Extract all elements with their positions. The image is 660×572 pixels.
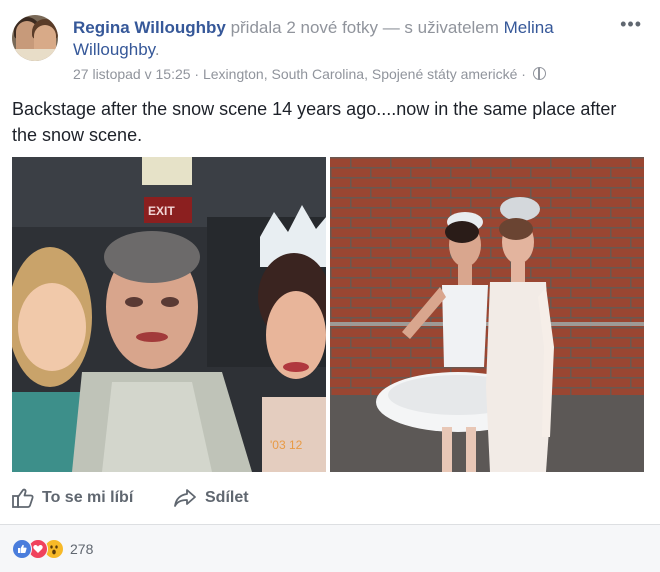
share-button-label: Sdílet: [205, 489, 249, 506]
post-caption: Backstage after the snow scene 14 years …: [12, 99, 617, 145]
tagged-suffix: .: [154, 40, 160, 59]
photo-new[interactable]: [330, 157, 644, 472]
reactions-bar: 278: [0, 525, 660, 572]
photo-date-stamp: '03 12: [270, 438, 303, 452]
svg-text:EXIT: EXIT: [148, 204, 175, 218]
post-actions: To se mi líbí Sdílet: [0, 480, 660, 520]
reactions-summary[interactable]: 278: [12, 539, 93, 559]
globe-icon[interactable]: [532, 67, 546, 80]
location-link[interactable]: Lexington, South Carolina, Spojené státy…: [203, 66, 517, 82]
meta-separator: ·: [517, 66, 530, 82]
action-text: přidala 2 nové fotky — s uživatelem: [225, 18, 504, 37]
like-button[interactable]: To se mi líbí: [12, 488, 133, 508]
share-arrow-icon: [174, 489, 196, 507]
like-icon: [12, 539, 32, 559]
photo-old[interactable]: EXIT '03 12: [12, 157, 326, 472]
like-button-label: To se mi líbí: [42, 489, 134, 506]
reactions-count[interactable]: 278: [70, 541, 93, 557]
photo-new-image: [330, 157, 644, 472]
post-card: Regina Willoughby přidala 2 nové fotky —…: [0, 0, 660, 572]
share-button[interactable]: Sdílet: [173, 488, 249, 508]
thumbs-up-icon: [12, 488, 34, 508]
photo-old-image: EXIT '03 12: [12, 157, 326, 472]
more-options-button[interactable]: •••: [620, 14, 642, 35]
author-avatar[interactable]: [12, 15, 58, 61]
author-name-link[interactable]: Regina Willoughby: [73, 18, 226, 37]
meta-separator: ·: [190, 66, 203, 82]
post-date-link[interactable]: 27 listopad v 15:25: [73, 66, 191, 82]
post-header: Regina Willoughby přidala 2 nové fotky —…: [73, 17, 613, 61]
post-meta: 27 listopad v 15:25 · Lexington, South C…: [73, 66, 546, 82]
